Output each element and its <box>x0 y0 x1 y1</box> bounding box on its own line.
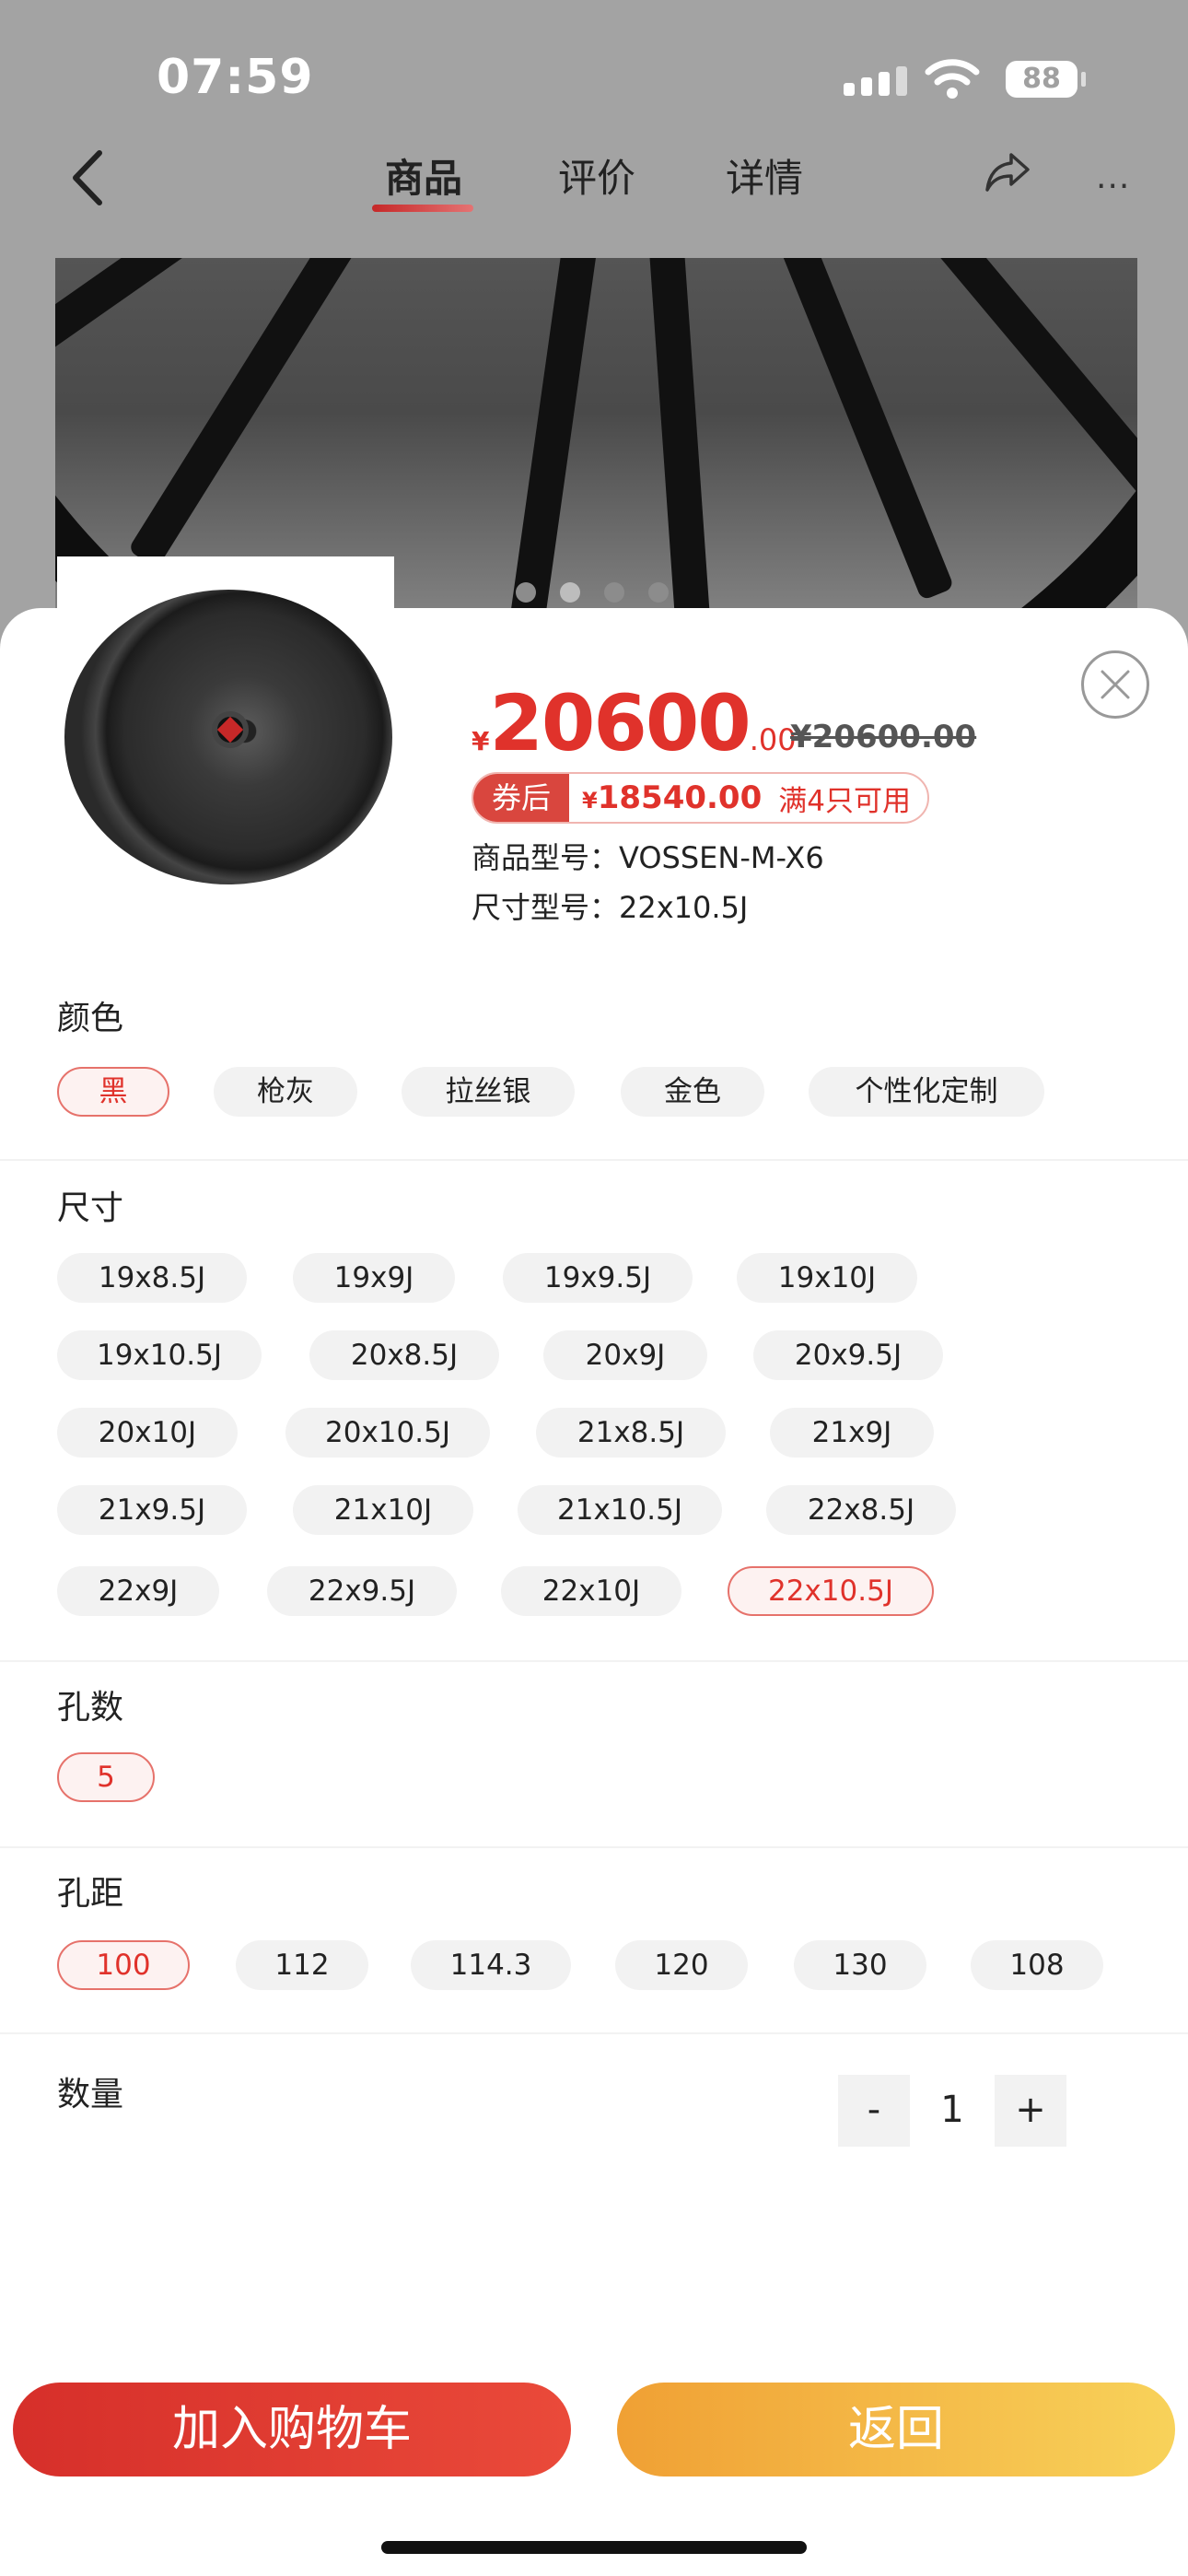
color-option[interactable]: 金色 <box>621 1067 764 1117</box>
color-section-title: 颜色 <box>57 1000 124 1037</box>
size-option[interactable]: 21x9J <box>770 1408 934 1458</box>
status-bar: 07:59 88 <box>0 0 1188 147</box>
gallery-dot-active <box>560 582 580 603</box>
size-section-title: 尺寸 <box>57 1189 124 1227</box>
model-label: 商品型号： <box>472 840 620 875</box>
cellular-signal-icon <box>844 66 907 96</box>
coupon-price: ¥18540.00 <box>582 779 763 816</box>
active-tab-indicator <box>372 205 473 212</box>
size-option[interactable]: 22x10J <box>501 1566 681 1616</box>
tab-reviews[interactable]: 评价 <box>558 147 635 204</box>
price-currency: ¥ <box>472 726 490 756</box>
price-integer: 20600 <box>489 678 751 768</box>
price-decimal: .00 <box>749 722 797 757</box>
divider <box>0 1846 1188 1848</box>
size-option[interactable]: 21x10.5J <box>518 1485 722 1535</box>
model-value: VOSSEN-M-X6 <box>619 840 824 875</box>
gallery-page-dots <box>516 582 669 603</box>
holes-section-title: 孔数 <box>57 1689 124 1727</box>
pcd-option[interactable]: 108 <box>971 1940 1103 1990</box>
size-option[interactable]: 20x8.5J <box>309 1330 499 1380</box>
divider <box>0 1159 1188 1161</box>
size-option[interactable]: 19x10J <box>737 1253 917 1303</box>
battery-icon: 88 <box>1006 61 1086 98</box>
close-button[interactable] <box>1081 650 1149 719</box>
size-option[interactable]: 19x9J <box>293 1253 455 1303</box>
size-option[interactable]: 20x9J <box>543 1330 707 1380</box>
status-time: 07:59 <box>157 50 314 105</box>
pcd-option[interactable]: 120 <box>615 1940 748 1990</box>
quantity-increase-button[interactable]: + <box>995 2075 1066 2147</box>
original-price: ¥20600.00 <box>790 719 977 755</box>
gallery-dot <box>648 582 669 603</box>
size-option[interactable]: 22x10.5J <box>728 1566 934 1616</box>
quantity-value[interactable]: 1 <box>910 2075 995 2147</box>
size-option[interactable]: 21x9.5J <box>57 1485 247 1535</box>
size-option[interactable]: 20x9.5J <box>753 1330 943 1380</box>
size-label: 尺寸型号： <box>472 890 620 925</box>
top-nav-bar: 商品 评价 详情 ··· <box>0 129 1188 230</box>
tab-details[interactable]: 详情 <box>726 147 803 204</box>
wifi-icon <box>925 59 980 99</box>
coupon-tag: 券后 <box>473 774 570 822</box>
pcd-option[interactable]: 112 <box>236 1940 368 1990</box>
current-price: ¥20600.00 <box>472 678 797 768</box>
home-indicator[interactable] <box>381 2541 807 2554</box>
pcd-section-title: 孔距 <box>57 1875 124 1913</box>
size-option[interactable]: 21x8.5J <box>536 1408 726 1458</box>
size-option[interactable]: 20x10J <box>57 1408 238 1458</box>
coupon-badge: 券后 ¥18540.00 满4只可用 <box>472 772 929 824</box>
add-to-cart-button[interactable]: 加入购物车 <box>13 2383 571 2476</box>
size-option[interactable]: 19x8.5J <box>57 1253 247 1303</box>
color-option[interactable]: 个性化定制 <box>809 1067 1044 1117</box>
holes-option[interactable]: 5 <box>57 1752 155 1802</box>
pcd-option[interactable]: 130 <box>794 1940 926 1990</box>
chevron-left-icon[interactable] <box>64 146 111 210</box>
color-option[interactable]: 拉丝银 <box>402 1067 575 1117</box>
color-option[interactable]: 黑 <box>57 1067 169 1117</box>
product-thumbnail <box>57 556 394 894</box>
coupon-note: 满4只可用 <box>778 784 911 818</box>
divider <box>0 1660 1188 1662</box>
color-option[interactable]: 枪灰 <box>214 1067 357 1117</box>
more-icon[interactable]: ··· <box>1096 168 1130 205</box>
size-option[interactable]: 22x8.5J <box>766 1485 956 1535</box>
gallery-dot <box>604 582 624 603</box>
quantity-stepper: - 1 + <box>838 2075 1066 2147</box>
quantity-decrease-button[interactable]: - <box>838 2075 910 2147</box>
pcd-option[interactable]: 100 <box>57 1940 190 1990</box>
tab-product[interactable]: 商品 <box>385 147 462 204</box>
back-button[interactable]: 返回 <box>617 2383 1175 2476</box>
model-number: 商品型号：VOSSEN-M-X6 <box>472 835 824 877</box>
size-spec: 尺寸型号：22x10.5J <box>472 884 748 927</box>
divider <box>0 2032 1188 2034</box>
size-option[interactable]: 19x10.5J <box>57 1330 262 1380</box>
pcd-option[interactable]: 114.3 <box>411 1940 571 1990</box>
size-option[interactable]: 21x10J <box>293 1485 473 1535</box>
quantity-section-title: 数量 <box>57 2076 124 2113</box>
close-icon <box>1101 670 1130 699</box>
size-value: 22x10.5J <box>619 890 749 925</box>
size-option[interactable]: 20x10.5J <box>285 1408 490 1458</box>
size-option[interactable]: 19x9.5J <box>503 1253 693 1303</box>
size-option[interactable]: 22x9J <box>57 1566 219 1616</box>
share-icon[interactable] <box>984 147 1031 195</box>
gallery-dot <box>516 582 536 603</box>
size-option[interactable]: 22x9.5J <box>267 1566 457 1616</box>
